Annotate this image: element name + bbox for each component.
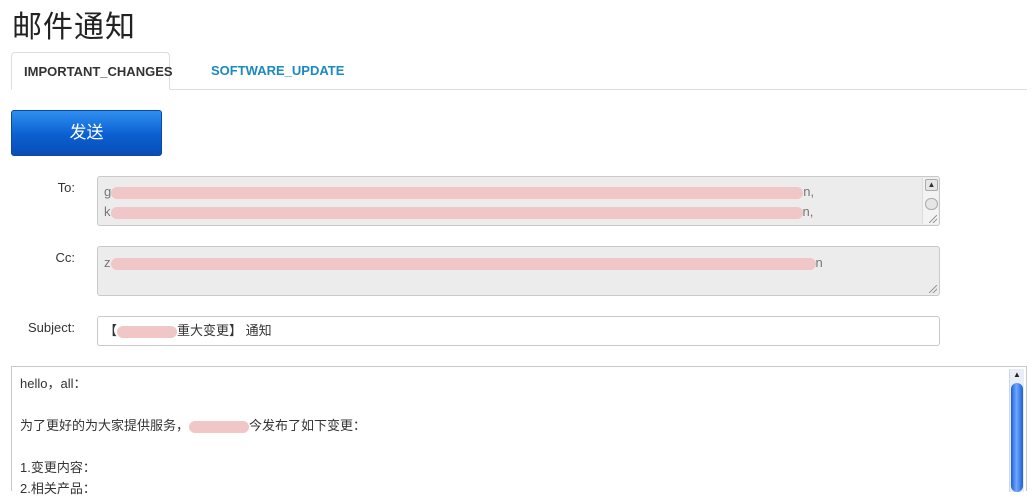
message-body-textarea[interactable]: hello，all： 为了更好的为大家提供服务， 今发布了如下变更： 1.变更内容…	[11, 366, 1027, 496]
redacted-text	[110, 206, 803, 219]
to-label: To:	[57, 180, 75, 195]
cc-field[interactable]: zn	[97, 246, 940, 296]
redacted-text	[110, 257, 816, 270]
resize-handle-icon[interactable]	[929, 215, 937, 223]
send-button[interactable]: 发送	[11, 110, 162, 156]
cc-label: Cc:	[55, 250, 76, 265]
to-line-2: k n,	[104, 204, 814, 219]
to-field[interactable]: g n, k n, ▲	[97, 176, 940, 226]
body-greeting: hello，all：	[20, 376, 87, 391]
to-line-1: g n,	[104, 184, 815, 199]
subject-input[interactable]: 【重大变更】 通知	[97, 316, 940, 346]
page-title: 邮件通知	[12, 10, 136, 45]
body-item-1: 1.变更内容：	[20, 460, 96, 475]
subject-label: Subject:	[28, 320, 75, 335]
body-intro: 为了更好的为大家提供服务， 今发布了如下变更：	[20, 418, 367, 433]
tab-important-changes[interactable]: IMPORTANT_CHANGES	[11, 52, 173, 90]
redacted-text	[117, 325, 178, 338]
resize-handle-icon[interactable]	[929, 285, 937, 293]
redacted-text	[111, 186, 804, 199]
scroll-thumb[interactable]	[925, 198, 938, 210]
body-item-2: 2.相关产品：	[20, 481, 96, 496]
redacted-text	[189, 420, 250, 433]
tab-bar: IMPORTANT_CHANGES SOFTWARE_UPDATE	[11, 52, 1027, 90]
tab-software-update[interactable]: SOFTWARE_UPDATE	[199, 52, 356, 88]
body-scrollbar[interactable]: ▲	[1009, 369, 1024, 492]
scroll-thumb[interactable]	[1011, 383, 1023, 492]
scroll-up-icon[interactable]: ▲	[925, 179, 938, 191]
scroll-up-icon[interactable]: ▲	[1011, 369, 1023, 381]
